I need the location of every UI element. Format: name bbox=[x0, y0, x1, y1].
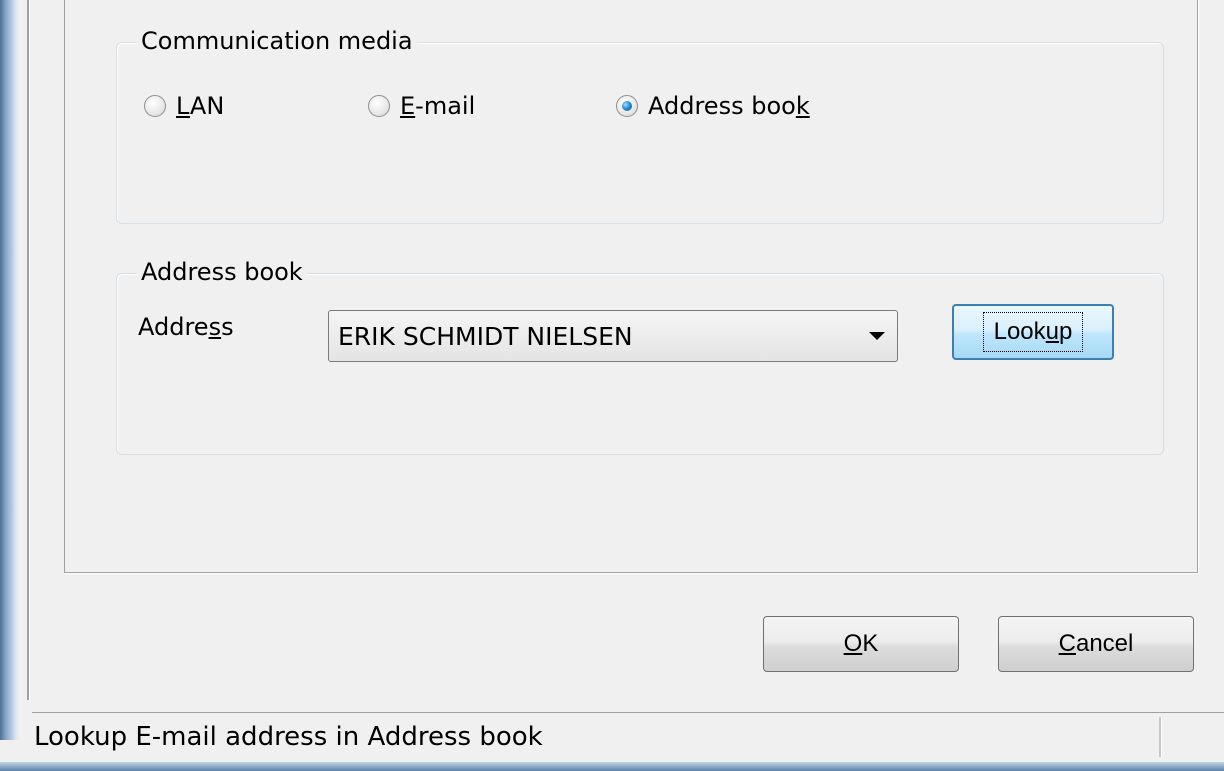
radio-email[interactable]: E-mail bbox=[368, 92, 475, 120]
lookup-button-label: Lookup bbox=[982, 312, 1084, 352]
lookup-button[interactable]: Lookup bbox=[952, 304, 1114, 360]
radio-lan-label: LAN bbox=[176, 92, 225, 120]
window-inner-edge bbox=[27, 0, 30, 700]
status-bar: Lookup E-mail address in Address book bbox=[32, 712, 1224, 760]
radio-address-book-button[interactable] bbox=[616, 95, 638, 117]
cancel-button[interactable]: Cancel bbox=[998, 616, 1194, 672]
address-book-group: Address book bbox=[116, 256, 1164, 455]
address-dropdown[interactable]: ERIK SCHMIDT NIELSEN bbox=[328, 310, 898, 362]
ok-button[interactable]: OK bbox=[763, 616, 959, 672]
radio-address-book[interactable]: Address book bbox=[616, 92, 810, 120]
address-dropdown-value: ERIK SCHMIDT NIELSEN bbox=[338, 321, 633, 351]
communication-media-group: Communication media bbox=[116, 25, 1164, 224]
radio-email-button[interactable] bbox=[368, 95, 390, 117]
radio-lan-button[interactable] bbox=[144, 95, 166, 117]
status-divider bbox=[1159, 716, 1162, 757]
radio-address-book-label: Address book bbox=[648, 92, 810, 120]
chevron-down-icon[interactable] bbox=[857, 332, 897, 340]
cancel-button-label: Cancel bbox=[1058, 630, 1134, 657]
window-frame-bottom bbox=[0, 762, 1224, 771]
ok-button-label: OK bbox=[843, 630, 879, 657]
address-label: Address bbox=[138, 313, 234, 341]
communication-media-legend: Communication media bbox=[137, 25, 417, 57]
radio-email-label: E-mail bbox=[400, 92, 476, 120]
window-frame-left bbox=[0, 0, 20, 740]
radio-lan[interactable]: LAN bbox=[144, 92, 224, 120]
status-text: Lookup E-mail address in Address book bbox=[34, 721, 543, 752]
address-book-legend: Address book bbox=[137, 256, 307, 288]
